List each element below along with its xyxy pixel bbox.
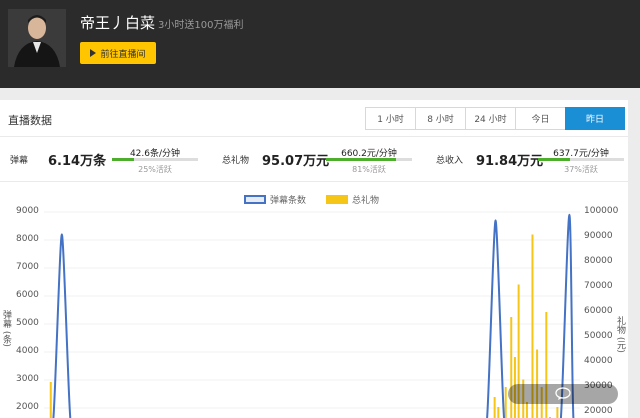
- gift-bar: [556, 407, 559, 418]
- stat-income-value: 91.84万元: [476, 154, 544, 169]
- streamer-name: 帝王丿白菜: [80, 14, 156, 32]
- avatar-portrait: [8, 9, 66, 67]
- tab-yesterday[interactable]: 昨日: [565, 107, 625, 130]
- stat-income-bar-fill: [538, 158, 570, 161]
- danmu-line: [486, 219, 506, 418]
- time-range-tabs: 1 小时 8 小时 24 小时 今日 昨日: [365, 107, 625, 130]
- gift-bars: [49, 234, 559, 418]
- section-title: 直播数据: [8, 114, 52, 127]
- danmu-line: [52, 233, 72, 418]
- tab-1-hour[interactable]: 1 小时: [365, 107, 416, 130]
- gift-bar: [497, 407, 500, 418]
- stat-danmu-value: 6.14万条: [48, 154, 107, 169]
- streamer-subtitle: 3小时送100万福利: [158, 20, 244, 31]
- tab-8-hours[interactable]: 8 小时: [415, 107, 466, 130]
- chat-bubble-icon: [555, 387, 571, 400]
- tab-24-hours[interactable]: 24 小时: [465, 107, 516, 130]
- stats-row: 弹幕 6.14万条 42.6条/分钟 25%活跃 总礼物 95.07万元 660…: [0, 136, 628, 182]
- go-live-label: 前往直播间: [100, 49, 146, 60]
- danmu-lines: [52, 213, 575, 418]
- stat-gift-label: 总礼物: [222, 156, 250, 166]
- stat-income-bar: [538, 158, 624, 161]
- stat-danmu-label: 弹幕: [10, 156, 29, 166]
- streamer-header: 帝王丿白菜 3小时送100万福利 前往直播间: [0, 0, 640, 88]
- gift-bar: [510, 317, 513, 418]
- go-live-button[interactable]: 前往直播间: [80, 42, 156, 64]
- gift-bar: [525, 402, 528, 418]
- stat-income-label: 总收入: [436, 156, 464, 166]
- tab-today[interactable]: 今日: [515, 107, 566, 130]
- stat-danmu-bar: [112, 158, 198, 161]
- watermark: [508, 384, 618, 404]
- stat-gift-bar-fill: [326, 158, 396, 161]
- gift-bar: [504, 387, 507, 418]
- stat-gift-bar: [326, 158, 412, 161]
- avatar[interactable]: [8, 9, 66, 67]
- play-icon: [90, 49, 97, 57]
- stat-danmu-active: 25%活跃: [138, 165, 172, 174]
- stat-gift-active: 81%活跃: [352, 165, 386, 174]
- stat-gift-value: 95.07万元: [262, 154, 330, 169]
- stat-income-active: 37%活跃: [564, 165, 598, 174]
- gift-bar: [493, 397, 496, 418]
- stat-danmu-bar-fill: [112, 158, 134, 161]
- gift-bar: [49, 382, 52, 418]
